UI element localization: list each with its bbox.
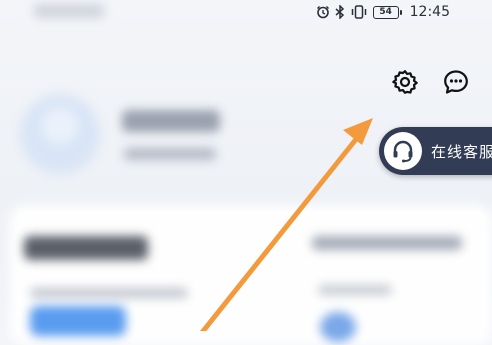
pointer-arrow — [199, 118, 373, 331]
